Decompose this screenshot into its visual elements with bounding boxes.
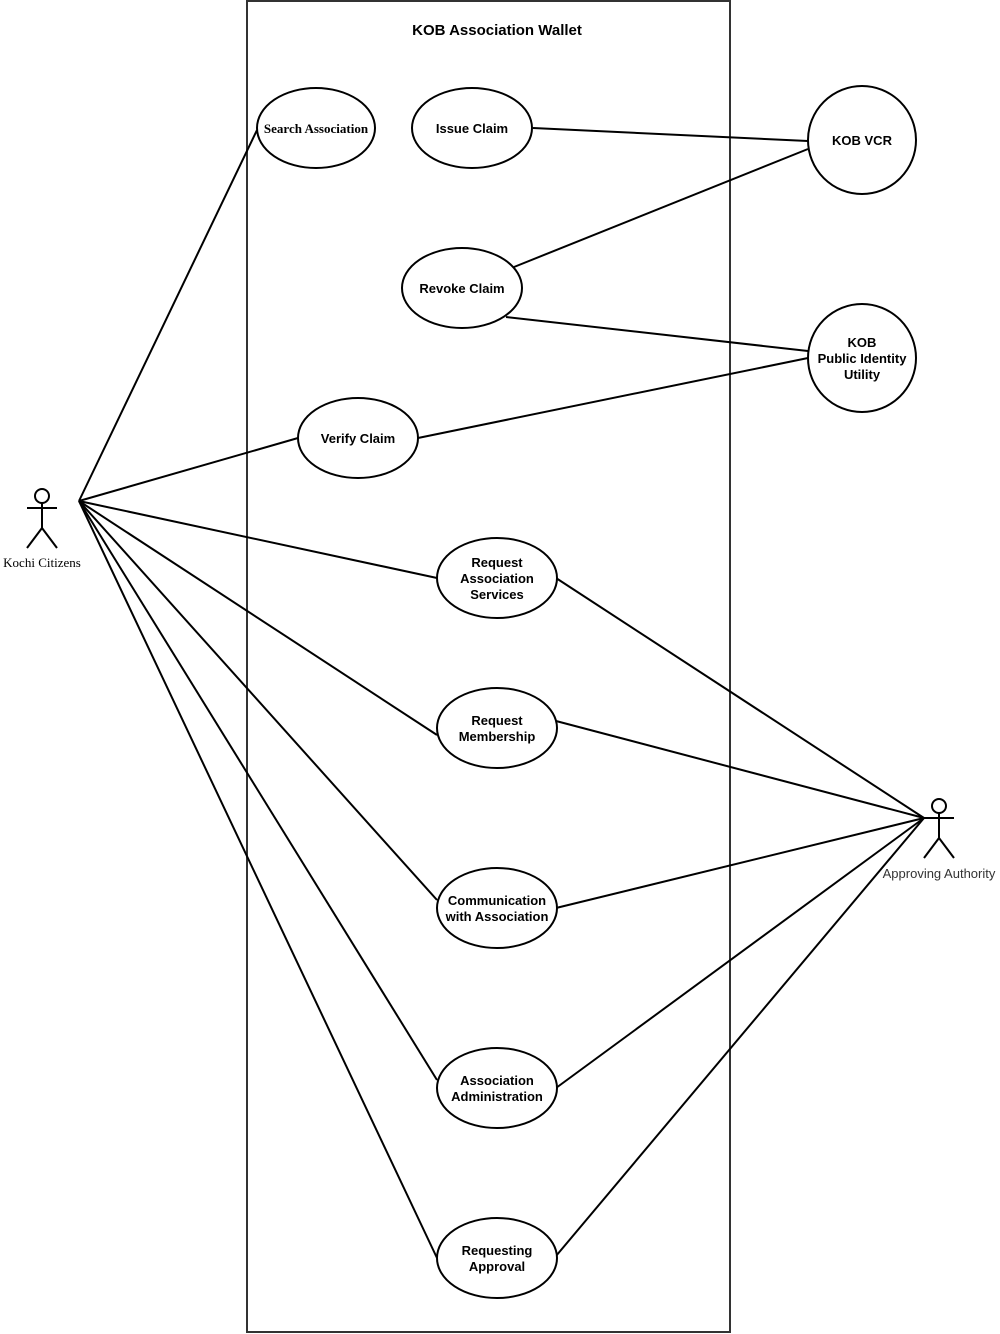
use-case-revoke-claim[interactable]: Revoke Claim bbox=[401, 247, 523, 329]
use-case-ellipse[interactable] bbox=[436, 1047, 558, 1129]
use-case-label: Search Association bbox=[264, 121, 369, 136]
actor-label: Approving Authority bbox=[883, 866, 996, 881]
use-case-communication-with-association[interactable]: Communication with Association bbox=[436, 867, 558, 949]
use-case-label-line-2: Approval bbox=[469, 1259, 525, 1274]
use-case-label-line-1: Request bbox=[471, 713, 523, 728]
system-boundary bbox=[246, 0, 731, 1333]
actor-kochi-citizens[interactable]: Kochi Citizens bbox=[3, 488, 81, 570]
stick-figure-icon[interactable] bbox=[923, 798, 955, 859]
use-case-requesting-approval[interactable]: Requesting Approval bbox=[436, 1217, 558, 1299]
use-case-label: Revoke Claim bbox=[419, 281, 504, 296]
use-case-verify-claim[interactable]: Verify Claim bbox=[297, 397, 419, 479]
use-case-request-association-services[interactable]: Request Association Services bbox=[436, 537, 558, 619]
use-case-diagram: KOB Association Wallet Search Associatio… bbox=[3, 0, 996, 1333]
use-case-ellipse[interactable] bbox=[436, 867, 558, 949]
use-case-association-administration[interactable]: Association Administration bbox=[436, 1047, 558, 1129]
external-system-label: KOB VCR bbox=[832, 133, 893, 148]
external-system-kob-vcr[interactable]: KOB VCR bbox=[807, 85, 917, 195]
use-case-label: Verify Claim bbox=[321, 431, 395, 446]
use-case-label-line-3: Services bbox=[470, 587, 524, 602]
stick-figure-icon[interactable] bbox=[26, 488, 58, 549]
use-case-label-line-1: Association bbox=[460, 1073, 534, 1088]
use-case-issue-claim[interactable]: Issue Claim bbox=[411, 87, 533, 169]
use-case-label-line-2: Administration bbox=[451, 1089, 543, 1104]
external-system-kob-public-identity-utility[interactable]: KOB Public Identity Utility bbox=[807, 303, 917, 413]
use-case-ellipse[interactable] bbox=[436, 1217, 558, 1299]
system-title: KOB Association Wallet bbox=[412, 22, 582, 39]
use-case-label: Issue Claim bbox=[436, 121, 508, 136]
use-case-label-line-2: Membership bbox=[459, 729, 536, 744]
use-case-label-line-1: Request bbox=[471, 555, 523, 570]
use-case-label-line-1: Communication bbox=[448, 893, 546, 908]
external-system-label-line-1: KOB bbox=[848, 335, 877, 350]
use-case-search-association[interactable]: Search Association bbox=[256, 87, 376, 169]
use-case-label-line-2: with Association bbox=[445, 909, 549, 924]
use-case-request-membership[interactable]: Request Membership bbox=[436, 687, 558, 769]
external-system-label-line-2: Public Identity bbox=[818, 351, 908, 366]
use-case-label-line-2: Association bbox=[460, 571, 534, 586]
external-system-label-line-3: Utility bbox=[844, 367, 881, 382]
association-citizens-search-association bbox=[78, 129, 258, 502]
actor-label: Kochi Citizens bbox=[3, 555, 81, 570]
use-case-ellipse[interactable] bbox=[436, 687, 558, 769]
use-case-label-line-1: Requesting bbox=[462, 1243, 533, 1258]
